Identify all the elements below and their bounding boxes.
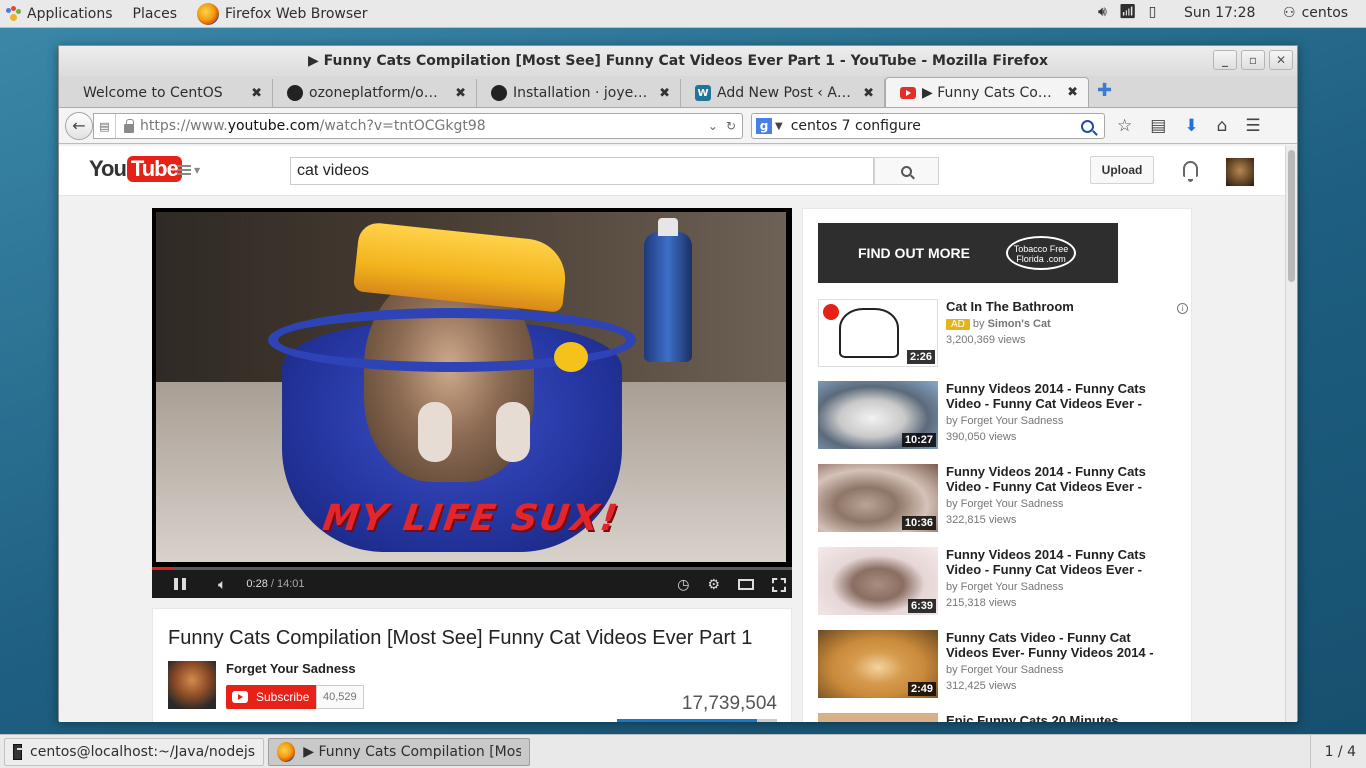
user-menu[interactable]: ⚇ centos	[1283, 5, 1348, 21]
tab-ozoneplatform[interactable]: ozoneplatform/owf · ... ✖	[273, 79, 477, 107]
clock[interactable]: Sun 17:28	[1184, 5, 1255, 21]
maximize-button[interactable]: ▫	[1241, 50, 1265, 70]
terminal-task-label: centos@localhost:~/Java/nodejs	[30, 743, 255, 760]
github-icon	[491, 85, 507, 101]
url-actions: ⌄ ↻	[708, 119, 742, 133]
applications-menu[interactable]: Applications	[0, 6, 133, 22]
user-icon: ⚇	[1283, 5, 1296, 21]
new-tab-button[interactable]: ✚	[1097, 80, 1112, 101]
wordpress-icon: W	[695, 85, 711, 101]
close-tab-icon[interactable]: ✖	[659, 86, 670, 101]
system-status-area[interactable]: 🔊︎ 📶︎ ▯	[1098, 4, 1156, 20]
close-tab-icon[interactable]: ✖	[455, 86, 466, 101]
terminal-icon	[13, 743, 24, 760]
tab-title: ▶ Funny Cats Compil...	[922, 84, 1060, 101]
window-list-taskbar: centos@localhost:~/Java/nodejs ▶ Funny C…	[0, 734, 1366, 768]
firefox-window: ▶ Funny Cats Compilation [Most See] Funn…	[58, 45, 1298, 721]
tab-welcome-centos[interactable]: Welcome to CentOS ✖	[69, 79, 273, 107]
downloads-icon[interactable]: ⬇	[1184, 116, 1198, 136]
navigation-toolbar: ← ▤ https://www.youtube.com/watch?v=tntO…	[59, 108, 1297, 144]
applications-label: Applications	[27, 5, 113, 22]
firefox-icon	[277, 741, 296, 762]
window-titlebar[interactable]: ▶ Funny Cats Compilation [Most See] Funn…	[59, 46, 1297, 76]
search-bar[interactable]: g ▼ centos 7 configure	[751, 113, 1105, 139]
tab-add-new-post[interactable]: W Add New Post ‹ Arca... ✖	[681, 79, 885, 107]
url-bar[interactable]: ▤ https://www.youtube.com/watch?v=tntOCG…	[93, 113, 743, 139]
firefox-task-button[interactable]: ▶ Funny Cats Compilation [Most...	[268, 737, 530, 766]
url-text[interactable]: https://www.youtube.com/watch?v=tntOCGkg…	[140, 118, 708, 134]
url-domain: youtube.com	[227, 118, 320, 134]
youtube-icon	[900, 86, 916, 99]
url-path: /watch?v=tntOCGkgt98	[319, 118, 486, 134]
gnome-foot-icon	[6, 6, 21, 21]
terminal-task-button[interactable]: centos@localhost:~/Java/nodejs	[4, 737, 264, 766]
close-tab-icon[interactable]: ✖	[863, 86, 874, 101]
toolbar-buttons: ☆ ▤ ⬇ ⌂ ☰	[1117, 116, 1261, 136]
back-arrow-icon: ←	[72, 116, 86, 135]
firefox-task-label: ▶ Funny Cats Compilation [Most...	[303, 743, 521, 760]
tab-funny-cats[interactable]: ▶ Funny Cats Compil... ✖	[885, 77, 1089, 107]
firefox-icon	[197, 2, 220, 25]
tab-title: Add New Post ‹ Arca...	[717, 85, 855, 101]
workspace-indicator[interactable]: 1 / 4	[1309, 735, 1356, 768]
close-window-button[interactable]: ✕	[1269, 50, 1293, 70]
minimize-button[interactable]: _	[1213, 50, 1237, 70]
search-engine-dropdown-icon[interactable]: ▼	[775, 121, 783, 132]
bookmarks-menu-icon[interactable]: ▤	[1150, 116, 1166, 136]
lock-icon	[124, 118, 134, 133]
history-dropdown-icon[interactable]: ⌄	[708, 119, 718, 133]
battery-icon: ▯	[1148, 4, 1157, 20]
reload-icon[interactable]: ↻	[726, 119, 736, 133]
volume-icon: 🔊︎	[1098, 4, 1107, 20]
menu-icon[interactable]: ☰	[1245, 116, 1260, 136]
tab-title: Installation · joyent/n...	[513, 85, 651, 101]
github-icon	[287, 85, 303, 101]
site-identity-icon[interactable]: ▤	[94, 114, 116, 138]
tab-title: ozoneplatform/owf · ...	[309, 85, 447, 101]
tab-strip: Welcome to CentOS ✖ ozoneplatform/owf · …	[59, 76, 1297, 108]
home-icon[interactable]: ⌂	[1217, 116, 1228, 136]
url-prefix: https://www.	[140, 118, 228, 134]
google-icon[interactable]: g	[756, 118, 772, 134]
gnome-top-bar: Applications Places Firefox Web Browser …	[0, 0, 1366, 28]
bookmark-star-icon[interactable]: ☆	[1117, 116, 1132, 136]
tab-title: Welcome to CentOS	[83, 85, 223, 101]
close-tab-icon[interactable]: ✖	[1067, 85, 1078, 100]
tab-joyent-installation[interactable]: Installation · joyent/n... ✖	[477, 79, 681, 107]
window-title: ▶ Funny Cats Compilation [Most See] Funn…	[308, 53, 1048, 69]
search-icon[interactable]	[1081, 119, 1094, 133]
close-tab-icon[interactable]: ✖	[251, 86, 262, 101]
active-app-menu[interactable]: Firefox Web Browser	[225, 6, 368, 22]
places-menu[interactable]: Places	[133, 6, 178, 22]
wifi-icon: 📶︎	[1118, 4, 1137, 20]
back-button[interactable]: ←	[65, 111, 93, 140]
user-name: centos	[1301, 5, 1349, 21]
search-bar-query[interactable]: centos 7 configure	[791, 118, 1081, 134]
window-controls: _ ▫ ✕	[1213, 50, 1293, 70]
